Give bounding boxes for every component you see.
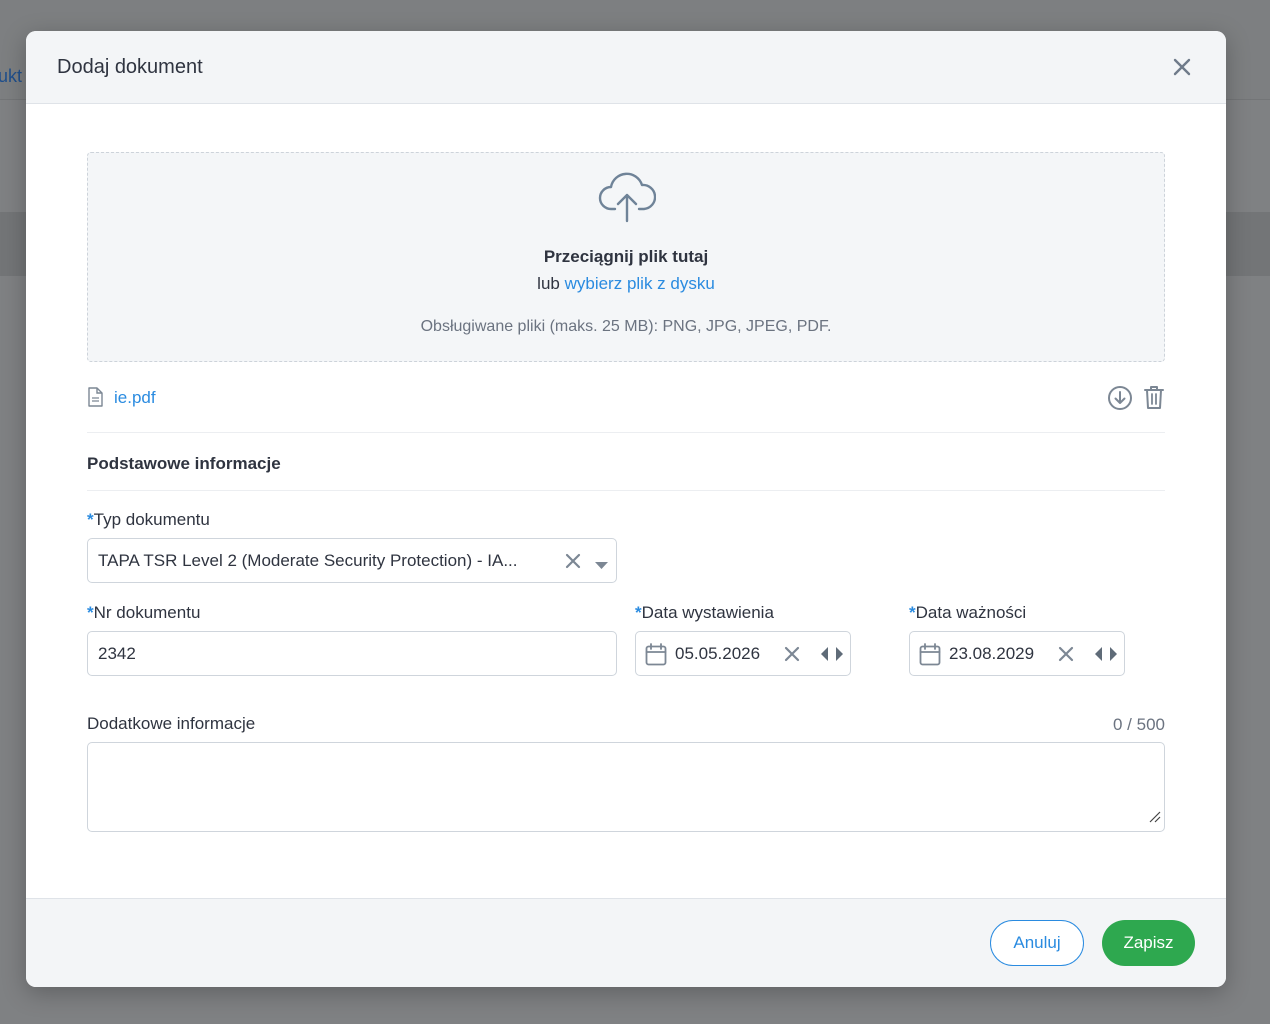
clear-icon[interactable] [784, 646, 800, 667]
caret-right-icon[interactable] [835, 647, 843, 666]
modal-title: Dodaj dokument [57, 55, 203, 78]
issue-date-picker[interactable]: 05.05.2026 [635, 631, 851, 676]
dropzone-or-text: lub [537, 274, 560, 293]
cloud-upload-icon [598, 171, 657, 228]
character-counter: 0 / 500 [1113, 715, 1165, 734]
doc-type-label-text: Typ dokumentu [93, 510, 210, 529]
required-marker: * [635, 603, 642, 622]
doc-number-value: 2342 [98, 644, 136, 663]
additional-info-textarea[interactable] [87, 742, 1165, 832]
cancel-button[interactable]: Anuluj [990, 920, 1084, 966]
issue-date-label-text: Data wystawienia [641, 603, 774, 622]
doc-type-select[interactable]: TAPA TSR Level 2 (Moderate Security Prot… [87, 538, 617, 583]
background-peek-text: ukt [0, 66, 23, 86]
caret-right-icon[interactable] [1109, 647, 1117, 666]
calendar-icon[interactable] [919, 643, 941, 671]
expiry-date-label: *Data ważności [909, 603, 1026, 623]
required-marker: * [87, 510, 94, 529]
modal-footer: Anuluj Zapisz [26, 898, 1226, 987]
dropzone-title: Przeciągnij plik tutaj [543, 247, 709, 266]
clear-icon[interactable] [1058, 646, 1074, 667]
doc-number-input[interactable]: 2342 [87, 631, 617, 676]
caret-left-icon[interactable] [821, 647, 829, 666]
modal-header: Dodaj dokument [26, 31, 1226, 104]
dropzone-hint: Obsługiwane pliki (maks. 25 MB): PNG, JP… [420, 318, 832, 335]
caret-left-icon[interactable] [1095, 647, 1103, 666]
dropzone-subtitle: lub wybierz plik z dysku [88, 274, 1164, 294]
required-marker: * [909, 603, 916, 622]
uploaded-file-row: ie.pdf [87, 375, 1165, 433]
section-title: Podstawowe informacje [87, 454, 1165, 491]
doc-type-label: *Typ dokumentu [87, 510, 210, 530]
doc-number-label: *Nr dokumentu [87, 603, 200, 623]
expiry-date-picker[interactable]: 23.08.2029 [909, 631, 1125, 676]
resize-handle-icon[interactable] [1147, 809, 1161, 828]
file-dropzone[interactable]: Przeciągnij plik tutaj lub wybierz plik … [87, 152, 1165, 362]
expiry-date-label-text: Data ważności [915, 603, 1027, 622]
file-name-link[interactable]: ie.pdf [114, 388, 156, 408]
doc-number-label-text: Nr dokumentu [93, 603, 201, 622]
add-document-modal: Dodaj dokument Przeciągnij plik tutaj lu… [26, 31, 1226, 987]
chevron-down-icon[interactable] [595, 557, 608, 575]
close-icon[interactable] [1169, 54, 1195, 80]
clear-icon[interactable] [565, 553, 581, 574]
choose-file-link[interactable]: wybierz plik z dysku [565, 274, 715, 293]
save-button[interactable]: Zapisz [1102, 920, 1195, 966]
expiry-date-value: 23.08.2029 [949, 644, 1035, 663]
trash-icon[interactable] [1143, 384, 1165, 415]
modal-body: Przeciągnij plik tutaj lub wybierz plik … [87, 152, 1165, 832]
required-marker: * [87, 603, 94, 622]
download-icon[interactable] [1107, 385, 1133, 416]
calendar-icon[interactable] [645, 643, 667, 671]
issue-date-label: *Data wystawienia [635, 603, 774, 623]
issue-date-value: 05.05.2026 [675, 644, 761, 663]
additional-info-label: Dodatkowe informacje [87, 714, 256, 733]
doc-type-value: TAPA TSR Level 2 (Moderate Security Prot… [98, 551, 518, 570]
document-icon [87, 387, 103, 412]
